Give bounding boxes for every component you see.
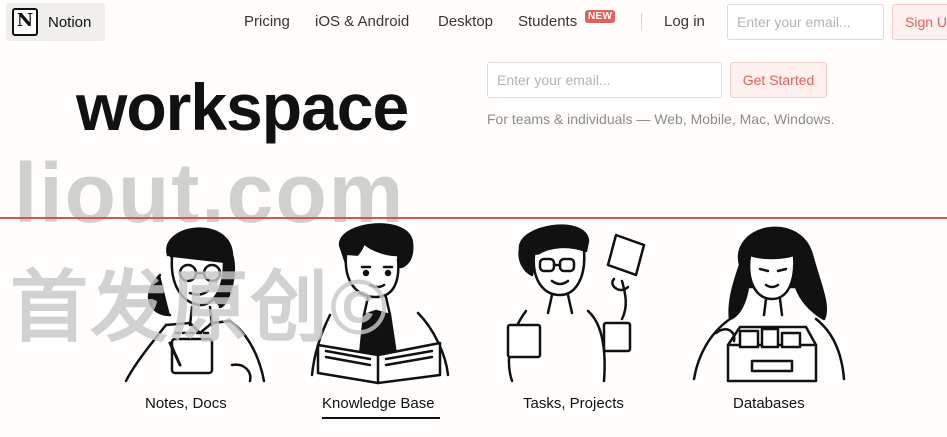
hero-email-input[interactable] bbox=[487, 62, 722, 98]
brand-home-link[interactable]: N Notion bbox=[6, 3, 105, 41]
red-divider-line bbox=[0, 217, 947, 219]
watermark-domain: liout.com bbox=[14, 146, 406, 240]
feature-label-tasks-projects[interactable]: Tasks, Projects bbox=[523, 395, 624, 412]
nav-divider bbox=[641, 13, 642, 31]
nav-link-ios-android[interactable]: iOS & Android bbox=[315, 13, 409, 30]
nav-email-input[interactable] bbox=[727, 4, 884, 40]
nav-link-students[interactable]: Students bbox=[518, 13, 577, 30]
databases-illustration bbox=[692, 226, 846, 383]
get-started-button[interactable]: Get Started bbox=[730, 62, 827, 98]
watermark-chinese: 首发原创© bbox=[10, 263, 390, 351]
feature-tasks-projects[interactable] bbox=[496, 215, 656, 420]
feature-databases[interactable] bbox=[690, 215, 850, 420]
hero-subtitle: For teams & individuals — Web, Mobile, M… bbox=[487, 111, 835, 127]
feature-label-notes-docs[interactable]: Notes, Docs bbox=[145, 395, 227, 412]
nav-link-pricing[interactable]: Pricing bbox=[244, 13, 290, 30]
feature-label-databases[interactable]: Databases bbox=[733, 395, 805, 412]
nav-link-login[interactable]: Log in bbox=[664, 13, 705, 30]
brand-name: Notion bbox=[48, 13, 92, 31]
active-feature-underline bbox=[322, 417, 440, 419]
new-badge: NEW bbox=[585, 10, 616, 23]
hero-title: workspace bbox=[76, 70, 409, 144]
notion-logo-icon: N bbox=[12, 8, 38, 36]
top-nav: N Notion Pricing iOS & Android Desktop S… bbox=[0, 0, 947, 46]
tasks-illustration bbox=[506, 224, 646, 383]
signup-button[interactable]: Sign U bbox=[892, 4, 947, 40]
nav-link-desktop[interactable]: Desktop bbox=[438, 13, 493, 30]
feature-label-knowledge-base[interactable]: Knowledge Base bbox=[322, 395, 435, 412]
